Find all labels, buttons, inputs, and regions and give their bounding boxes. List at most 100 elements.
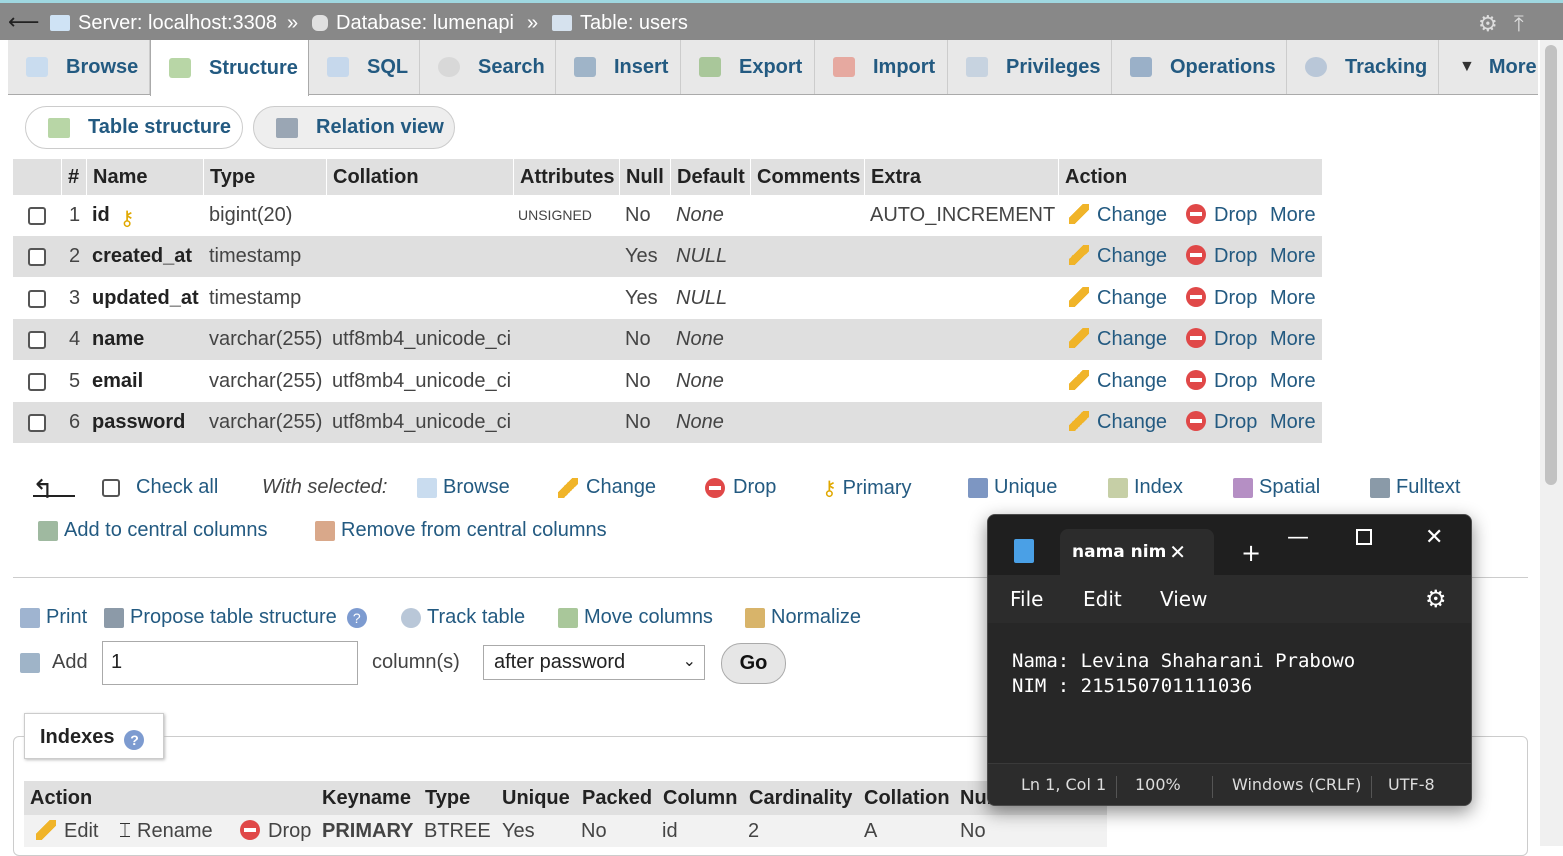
pencil-icon: [1069, 328, 1089, 349]
more-button[interactable]: More: [1270, 236, 1316, 277]
column-type: timestamp: [209, 286, 302, 309]
drop-button[interactable]: Drop: [1186, 319, 1257, 360]
move-columns-button[interactable]: Move columns: [558, 606, 713, 629]
subtab-relation-view[interactable]: Relation view: [253, 106, 455, 149]
new-tab-icon[interactable]: +: [1241, 539, 1261, 567]
menu-view[interactable]: View: [1160, 587, 1207, 611]
settings-gear-icon[interactable]: ⚙: [1425, 585, 1447, 613]
tab-sql[interactable]: SQL: [309, 40, 420, 94]
remove-central-columns-button[interactable]: Remove from central columns: [315, 519, 607, 542]
drop-icon: [1186, 245, 1206, 266]
print-button[interactable]: Print: [20, 606, 87, 629]
index-rename-button[interactable]: ⌶ Rename: [119, 815, 213, 847]
tab-structure[interactable]: Structure: [150, 40, 309, 96]
idx-header-action: Action: [30, 787, 93, 809]
tab-privileges[interactable]: Privileges: [948, 40, 1112, 94]
tab-import[interactable]: Import: [815, 40, 948, 94]
select-arrow-icon: ↰: [32, 474, 54, 504]
status-zoom[interactable]: 100%: [1135, 764, 1181, 805]
tab-tracking[interactable]: Tracking: [1287, 40, 1439, 94]
change-button[interactable]: Change: [1069, 402, 1167, 443]
breadcrumb-server[interactable]: Server: localhost:3308: [50, 10, 277, 36]
add-columns-position-select[interactable]: after password ⌄: [483, 645, 705, 680]
scrollbar-thumb[interactable]: [1545, 45, 1557, 485]
normalize-button[interactable]: Normalize: [745, 606, 861, 629]
idx-header-collation: Collation: [864, 787, 950, 809]
more-button[interactable]: More: [1270, 319, 1316, 360]
drop-button[interactable]: Drop: [1186, 402, 1257, 443]
change-button[interactable]: Change: [1069, 195, 1167, 236]
bulk-index-button[interactable]: Index: [1108, 476, 1183, 499]
close-tab-icon[interactable]: ✕: [1169, 529, 1186, 575]
drop-button[interactable]: Drop: [1186, 236, 1257, 277]
row-checkbox[interactable]: [28, 372, 46, 391]
drop-icon: [240, 820, 260, 840]
bulk-change-button[interactable]: Change: [558, 476, 656, 499]
column-name: updated_at: [92, 286, 199, 309]
column-name: id ⚷: [92, 195, 142, 236]
breadcrumb-table[interactable]: Table: users: [552, 10, 688, 36]
more-button[interactable]: More: [1270, 361, 1316, 402]
breadcrumb-database[interactable]: Database: lumenapi: [312, 10, 514, 36]
index-drop-button[interactable]: Drop: [240, 815, 311, 847]
notepad-tab[interactable]: nama nim ✕: [1060, 529, 1214, 575]
col-header-attributes: Attributes: [513, 159, 619, 195]
go-button[interactable]: Go: [721, 643, 786, 684]
column-num: 2: [69, 245, 81, 268]
row-checkbox[interactable]: [28, 331, 46, 350]
close-icon[interactable]: ✕: [1425, 525, 1443, 550]
add-central-columns-button[interactable]: Add to central columns: [38, 519, 267, 542]
drop-button[interactable]: Drop: [1186, 278, 1257, 319]
tab-insert[interactable]: Insert: [556, 40, 681, 94]
pencil-icon: [1069, 286, 1089, 307]
row-checkbox[interactable]: [28, 414, 46, 432]
add-columns-count-input[interactable]: 1: [102, 641, 358, 685]
tab-export[interactable]: Export: [681, 40, 815, 94]
tab-more[interactable]: ▼ More: [1439, 40, 1538, 94]
index-column: id: [662, 820, 678, 842]
minimize-icon[interactable]: —: [1287, 525, 1309, 550]
more-button[interactable]: More: [1270, 402, 1316, 443]
help-icon[interactable]: ?: [346, 607, 367, 628]
tab-operations[interactable]: Operations: [1112, 40, 1287, 94]
row-checkbox[interactable]: [28, 207, 46, 225]
collapse-arrow-icon[interactable]: ⟵: [8, 7, 40, 37]
bulk-spatial-button[interactable]: Spatial: [1233, 476, 1320, 499]
drop-button[interactable]: Drop: [1186, 361, 1257, 402]
propose-structure-button[interactable]: Propose table structure?: [104, 606, 367, 629]
row-checkbox[interactable]: [28, 248, 46, 267]
change-button[interactable]: Change: [1069, 278, 1167, 319]
maximize-icon[interactable]: [1356, 529, 1372, 545]
help-icon[interactable]: ?: [124, 730, 145, 750]
col-header-action: Action: [1058, 159, 1322, 195]
tab-browse[interactable]: Browse: [8, 40, 150, 94]
row-checkbox[interactable]: [28, 289, 46, 308]
check-all-label[interactable]: Check all: [136, 476, 218, 499]
menu-edit[interactable]: Edit: [1083, 587, 1122, 611]
more-button[interactable]: More: [1270, 195, 1316, 236]
track-table-button[interactable]: Track table: [401, 606, 525, 629]
index-edit-button[interactable]: Edit: [36, 815, 98, 847]
menu-file[interactable]: File: [1010, 587, 1043, 611]
notepad-text-area[interactable]: Nama: Levina Shaharani Prabowo NIM : 2151…: [988, 623, 1471, 763]
bulk-primary-button[interactable]: ⚷ Primary: [822, 476, 912, 501]
bulk-drop-button[interactable]: Drop: [705, 476, 776, 499]
gear-icon[interactable]: ⚙: [1478, 11, 1498, 37]
column-null: No: [625, 411, 651, 433]
change-button[interactable]: Change: [1069, 236, 1167, 277]
change-button[interactable]: Change: [1069, 361, 1167, 402]
bulk-browse-button[interactable]: Browse: [417, 476, 510, 499]
collapse-top-icon[interactable]: ⤒: [1514, 11, 1524, 37]
table-icon: [552, 15, 572, 31]
drop-button[interactable]: Drop: [1186, 195, 1257, 236]
subtab-table-structure[interactable]: Table structure: [25, 106, 243, 149]
pencil-icon: [1069, 369, 1089, 390]
bulk-unique-button[interactable]: Unique: [968, 476, 1057, 499]
tab-search[interactable]: Search: [420, 40, 556, 94]
change-button[interactable]: Change: [1069, 319, 1167, 360]
more-button[interactable]: More: [1270, 278, 1316, 319]
check-all-checkbox[interactable]: [102, 479, 120, 497]
col-header-name[interactable]: Name: [86, 159, 203, 195]
central-columns-add-icon: [38, 520, 58, 541]
bulk-fulltext-button[interactable]: Fulltext: [1370, 476, 1460, 499]
